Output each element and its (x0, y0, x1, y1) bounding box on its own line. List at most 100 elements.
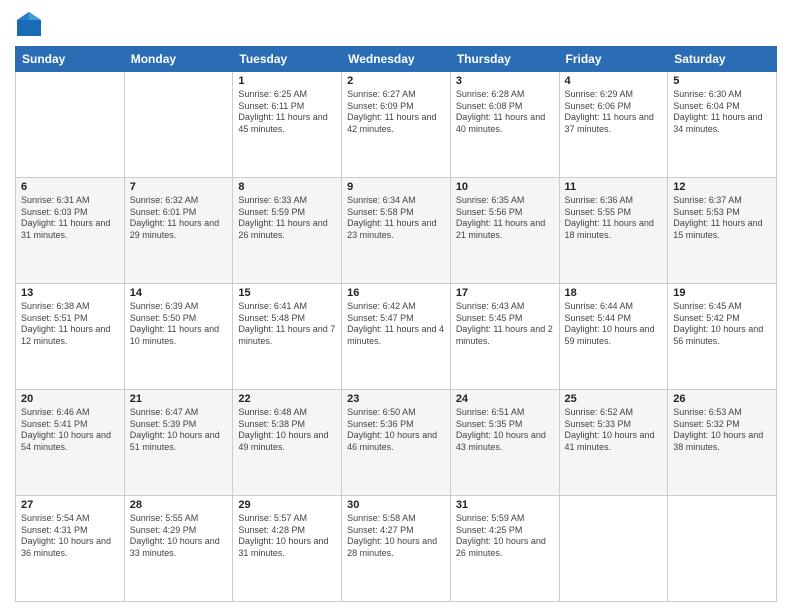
header (15, 10, 777, 38)
day-number: 18 (565, 287, 663, 299)
day-number: 7 (130, 181, 228, 193)
day-number: 21 (130, 393, 228, 405)
day-cell: 30 Sunrise: 5:58 AMSunset: 4:27 PMDayligh… (342, 496, 451, 602)
day-cell: 18 Sunrise: 6:44 AMSunset: 5:44 PMDayligh… (559, 284, 668, 390)
day-number: 2 (347, 75, 445, 87)
day-info: Sunrise: 6:53 AMSunset: 5:32 PMDaylight:… (673, 407, 771, 454)
day-info: Sunrise: 5:54 AMSunset: 4:31 PMDaylight:… (21, 513, 119, 560)
day-cell: 1 Sunrise: 6:25 AMSunset: 6:11 PMDaylight… (233, 72, 342, 178)
day-info: Sunrise: 6:50 AMSunset: 5:36 PMDaylight:… (347, 407, 445, 454)
day-number: 26 (673, 393, 771, 405)
day-info: Sunrise: 5:58 AMSunset: 4:27 PMDaylight:… (347, 513, 445, 560)
day-cell: 13 Sunrise: 6:38 AMSunset: 5:51 PMDayligh… (16, 284, 125, 390)
day-cell (16, 72, 125, 178)
day-number: 1 (238, 75, 336, 87)
day-info: Sunrise: 6:44 AMSunset: 5:44 PMDaylight:… (565, 301, 663, 348)
week-row-1: 6 Sunrise: 6:31 AMSunset: 6:03 PMDaylight… (16, 178, 777, 284)
week-row-4: 27 Sunrise: 5:54 AMSunset: 4:31 PMDayligh… (16, 496, 777, 602)
day-number: 14 (130, 287, 228, 299)
day-header-tuesday: Tuesday (233, 47, 342, 72)
day-number: 16 (347, 287, 445, 299)
day-cell (668, 496, 777, 602)
day-cell: 20 Sunrise: 6:46 AMSunset: 5:41 PMDayligh… (16, 390, 125, 496)
day-info: Sunrise: 6:46 AMSunset: 5:41 PMDaylight:… (21, 407, 119, 454)
day-number: 24 (456, 393, 554, 405)
day-number: 25 (565, 393, 663, 405)
day-number: 30 (347, 499, 445, 511)
day-number: 20 (21, 393, 119, 405)
day-info: Sunrise: 6:25 AMSunset: 6:11 PMDaylight:… (238, 89, 336, 136)
day-info: Sunrise: 6:45 AMSunset: 5:42 PMDaylight:… (673, 301, 771, 348)
day-number: 22 (238, 393, 336, 405)
day-cell: 12 Sunrise: 6:37 AMSunset: 5:53 PMDayligh… (668, 178, 777, 284)
day-header-saturday: Saturday (668, 47, 777, 72)
day-number: 27 (21, 499, 119, 511)
day-info: Sunrise: 6:37 AMSunset: 5:53 PMDaylight:… (673, 195, 771, 242)
day-info: Sunrise: 6:28 AMSunset: 6:08 PMDaylight:… (456, 89, 554, 136)
day-cell: 24 Sunrise: 6:51 AMSunset: 5:35 PMDayligh… (450, 390, 559, 496)
day-cell: 15 Sunrise: 6:41 AMSunset: 5:48 PMDayligh… (233, 284, 342, 390)
page: SundayMondayTuesdayWednesdayThursdayFrid… (0, 0, 792, 612)
day-cell: 11 Sunrise: 6:36 AMSunset: 5:55 PMDayligh… (559, 178, 668, 284)
day-cell: 10 Sunrise: 6:35 AMSunset: 5:56 PMDayligh… (450, 178, 559, 284)
day-info: Sunrise: 6:39 AMSunset: 5:50 PMDaylight:… (130, 301, 228, 348)
day-header-sunday: Sunday (16, 47, 125, 72)
day-number: 11 (565, 181, 663, 193)
day-number: 15 (238, 287, 336, 299)
day-info: Sunrise: 6:31 AMSunset: 6:03 PMDaylight:… (21, 195, 119, 242)
day-number: 3 (456, 75, 554, 87)
calendar-header-row: SundayMondayTuesdayWednesdayThursdayFrid… (16, 47, 777, 72)
day-info: Sunrise: 6:43 AMSunset: 5:45 PMDaylight:… (456, 301, 554, 348)
week-row-0: 1 Sunrise: 6:25 AMSunset: 6:11 PMDaylight… (16, 72, 777, 178)
day-header-wednesday: Wednesday (342, 47, 451, 72)
day-info: Sunrise: 6:29 AMSunset: 6:06 PMDaylight:… (565, 89, 663, 136)
day-number: 23 (347, 393, 445, 405)
day-info: Sunrise: 6:34 AMSunset: 5:58 PMDaylight:… (347, 195, 445, 242)
day-info: Sunrise: 6:35 AMSunset: 5:56 PMDaylight:… (456, 195, 554, 242)
day-cell: 3 Sunrise: 6:28 AMSunset: 6:08 PMDaylight… (450, 72, 559, 178)
calendar-table: SundayMondayTuesdayWednesdayThursdayFrid… (15, 46, 777, 602)
day-header-thursday: Thursday (450, 47, 559, 72)
day-info: Sunrise: 6:51 AMSunset: 5:35 PMDaylight:… (456, 407, 554, 454)
day-info: Sunrise: 6:47 AMSunset: 5:39 PMDaylight:… (130, 407, 228, 454)
day-number: 17 (456, 287, 554, 299)
day-info: Sunrise: 6:33 AMSunset: 5:59 PMDaylight:… (238, 195, 336, 242)
day-cell: 31 Sunrise: 5:59 AMSunset: 4:25 PMDayligh… (450, 496, 559, 602)
day-info: Sunrise: 5:59 AMSunset: 4:25 PMDaylight:… (456, 513, 554, 560)
day-info: Sunrise: 6:42 AMSunset: 5:47 PMDaylight:… (347, 301, 445, 348)
day-cell: 8Sunrise: 6:33 AMSunset: 5:59 PMDaylight… (233, 178, 342, 284)
day-cell: 19 Sunrise: 6:45 AMSunset: 5:42 PMDayligh… (668, 284, 777, 390)
day-cell: 17 Sunrise: 6:43 AMSunset: 5:45 PMDayligh… (450, 284, 559, 390)
day-header-monday: Monday (124, 47, 233, 72)
day-header-friday: Friday (559, 47, 668, 72)
day-number: 19 (673, 287, 771, 299)
day-number: 10 (456, 181, 554, 193)
day-number: 9 (347, 181, 445, 193)
day-info: Sunrise: 5:55 AMSunset: 4:29 PMDaylight:… (130, 513, 228, 560)
day-number: 6 (21, 181, 119, 193)
day-cell: 5 Sunrise: 6:30 AMSunset: 6:04 PMDaylight… (668, 72, 777, 178)
day-cell: 16 Sunrise: 6:42 AMSunset: 5:47 PMDayligh… (342, 284, 451, 390)
day-number: 31 (456, 499, 554, 511)
day-info: Sunrise: 6:38 AMSunset: 5:51 PMDaylight:… (21, 301, 119, 348)
day-cell: 28Sunrise: 5:55 AMSunset: 4:29 PMDayligh… (124, 496, 233, 602)
day-info: Sunrise: 6:36 AMSunset: 5:55 PMDaylight:… (565, 195, 663, 242)
day-info: Sunrise: 6:30 AMSunset: 6:04 PMDaylight:… (673, 89, 771, 136)
day-number: 29 (238, 499, 336, 511)
day-cell: 7 Sunrise: 6:32 AMSunset: 6:01 PMDaylight… (124, 178, 233, 284)
day-info: Sunrise: 6:41 AMSunset: 5:48 PMDaylight:… (238, 301, 336, 348)
day-number: 12 (673, 181, 771, 193)
day-cell: 21 Sunrise: 6:47 AMSunset: 5:39 PMDayligh… (124, 390, 233, 496)
day-cell: 25 Sunrise: 6:52 AMSunset: 5:33 PMDayligh… (559, 390, 668, 496)
day-number: 13 (21, 287, 119, 299)
logo-icon (15, 10, 43, 38)
day-info: Sunrise: 6:32 AMSunset: 6:01 PMDaylight:… (130, 195, 228, 242)
day-number: 4 (565, 75, 663, 87)
day-cell: 6 Sunrise: 6:31 AMSunset: 6:03 PMDaylight… (16, 178, 125, 284)
day-cell: 26 Sunrise: 6:53 AMSunset: 5:32 PMDayligh… (668, 390, 777, 496)
day-info: Sunrise: 6:52 AMSunset: 5:33 PMDaylight:… (565, 407, 663, 454)
day-cell: 14 Sunrise: 6:39 AMSunset: 5:50 PMDayligh… (124, 284, 233, 390)
day-number: 5 (673, 75, 771, 87)
day-cell (559, 496, 668, 602)
day-cell: 22Sunrise: 6:48 AMSunset: 5:38 PMDayligh… (233, 390, 342, 496)
